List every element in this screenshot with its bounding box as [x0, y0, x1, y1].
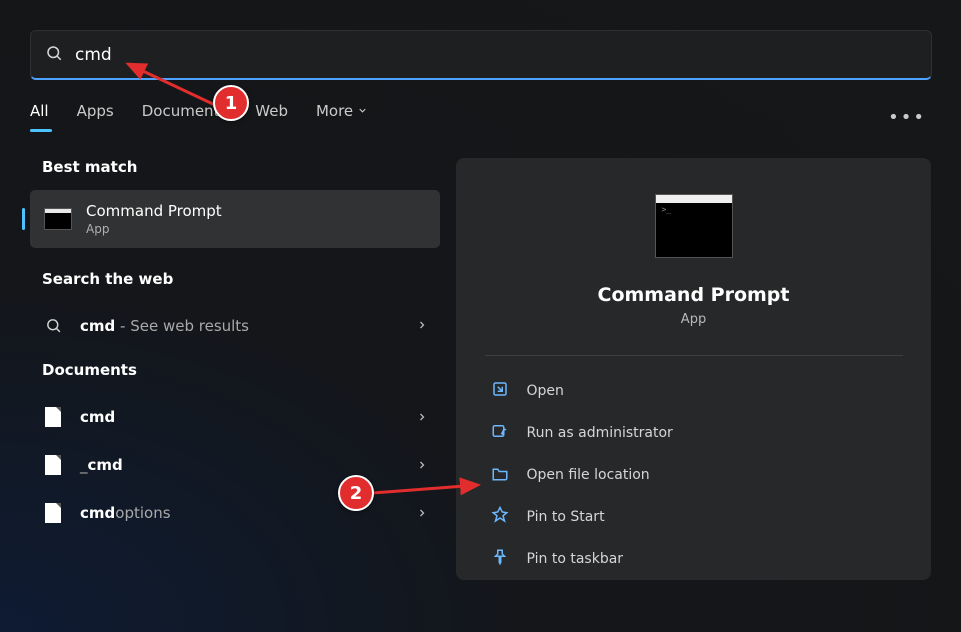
search-bar[interactable]	[30, 30, 932, 80]
tab-more[interactable]: More	[316, 102, 368, 132]
search-icon	[45, 44, 63, 66]
folder-icon	[491, 464, 509, 486]
tab-web[interactable]: Web	[255, 102, 288, 132]
action-label: Open	[527, 383, 564, 399]
open-icon	[491, 380, 509, 402]
best-match-result[interactable]: Command Prompt App	[30, 190, 440, 248]
action-label: Pin to taskbar	[527, 551, 624, 567]
action-open-file-location[interactable]: Open file location	[485, 454, 903, 496]
filter-tabs: All Apps Documents Web More •••	[30, 102, 932, 132]
annotation-badge-1: 1	[213, 85, 249, 121]
action-label: Open file location	[527, 467, 650, 483]
tab-all[interactable]: All	[30, 102, 49, 132]
preview-title: Command Prompt	[598, 284, 790, 306]
annotation-badge-2: 2	[338, 475, 374, 511]
document-row[interactable]: _cmd	[30, 441, 440, 489]
file-icon	[42, 455, 64, 475]
pin-icon	[491, 548, 509, 570]
chevron-right-icon	[416, 316, 428, 335]
command-prompt-icon	[655, 194, 733, 258]
document-row[interactable]: cmd	[30, 393, 440, 441]
chevron-down-icon	[357, 102, 368, 120]
document-row[interactable]: cmdoptions	[30, 489, 440, 537]
command-prompt-icon	[44, 208, 72, 230]
admin-shield-icon	[491, 422, 509, 444]
search-icon	[42, 317, 64, 334]
best-match-header: Best match	[42, 158, 440, 176]
web-result-label: cmd - See web results	[80, 317, 400, 335]
chevron-right-icon	[416, 408, 428, 427]
document-label: cmd	[80, 408, 400, 426]
divider	[485, 355, 903, 356]
file-icon	[42, 407, 64, 427]
action-label: Run as administrator	[527, 425, 673, 441]
best-match-subtitle: App	[86, 222, 222, 236]
search-input[interactable]	[75, 45, 917, 65]
chevron-right-icon	[416, 504, 428, 523]
web-result-row[interactable]: cmd - See web results	[30, 302, 440, 349]
preview-subtitle: App	[681, 312, 706, 327]
documents-header: Documents	[42, 361, 440, 379]
action-open[interactable]: Open	[485, 370, 903, 412]
file-icon	[42, 503, 64, 523]
action-run-as-administrator[interactable]: Run as administrator	[485, 412, 903, 454]
preview-panel: Command Prompt App Open	[456, 158, 931, 580]
search-web-header: Search the web	[42, 270, 440, 288]
document-label: _cmd	[80, 456, 400, 474]
overflow-menu-icon[interactable]: •••	[888, 107, 932, 128]
action-pin-to-taskbar[interactable]: Pin to taskbar	[485, 538, 903, 580]
best-match-title: Command Prompt	[86, 202, 222, 220]
pin-icon	[491, 506, 509, 528]
tab-apps[interactable]: Apps	[77, 102, 114, 132]
chevron-right-icon	[416, 456, 428, 475]
action-label: Pin to Start	[527, 509, 605, 525]
action-pin-to-start[interactable]: Pin to Start	[485, 496, 903, 538]
